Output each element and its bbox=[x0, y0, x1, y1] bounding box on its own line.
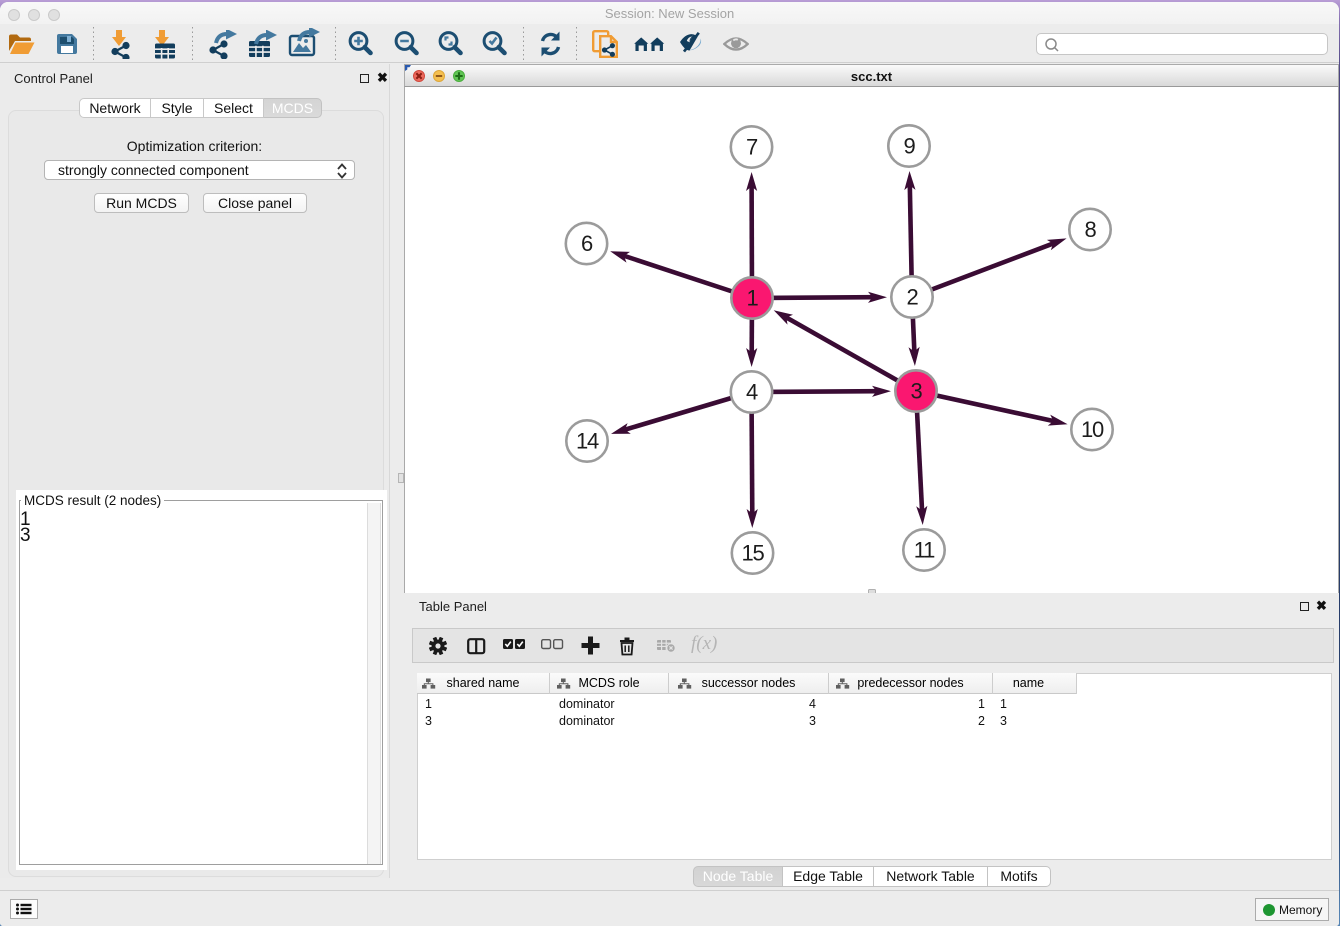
svg-text:15: 15 bbox=[741, 541, 764, 566]
svg-text:10: 10 bbox=[1080, 417, 1103, 442]
svg-text:11: 11 bbox=[913, 538, 934, 563]
svg-text:3: 3 bbox=[910, 379, 922, 404]
svg-text:6: 6 bbox=[580, 231, 592, 256]
svg-text:2: 2 bbox=[906, 285, 918, 310]
svg-text:1: 1 bbox=[746, 286, 758, 311]
svg-text:7: 7 bbox=[745, 135, 757, 160]
svg-text:9: 9 bbox=[903, 134, 915, 159]
svg-text:4: 4 bbox=[745, 380, 757, 405]
svg-text:8: 8 bbox=[1084, 217, 1096, 242]
svg-text:14: 14 bbox=[575, 429, 598, 454]
